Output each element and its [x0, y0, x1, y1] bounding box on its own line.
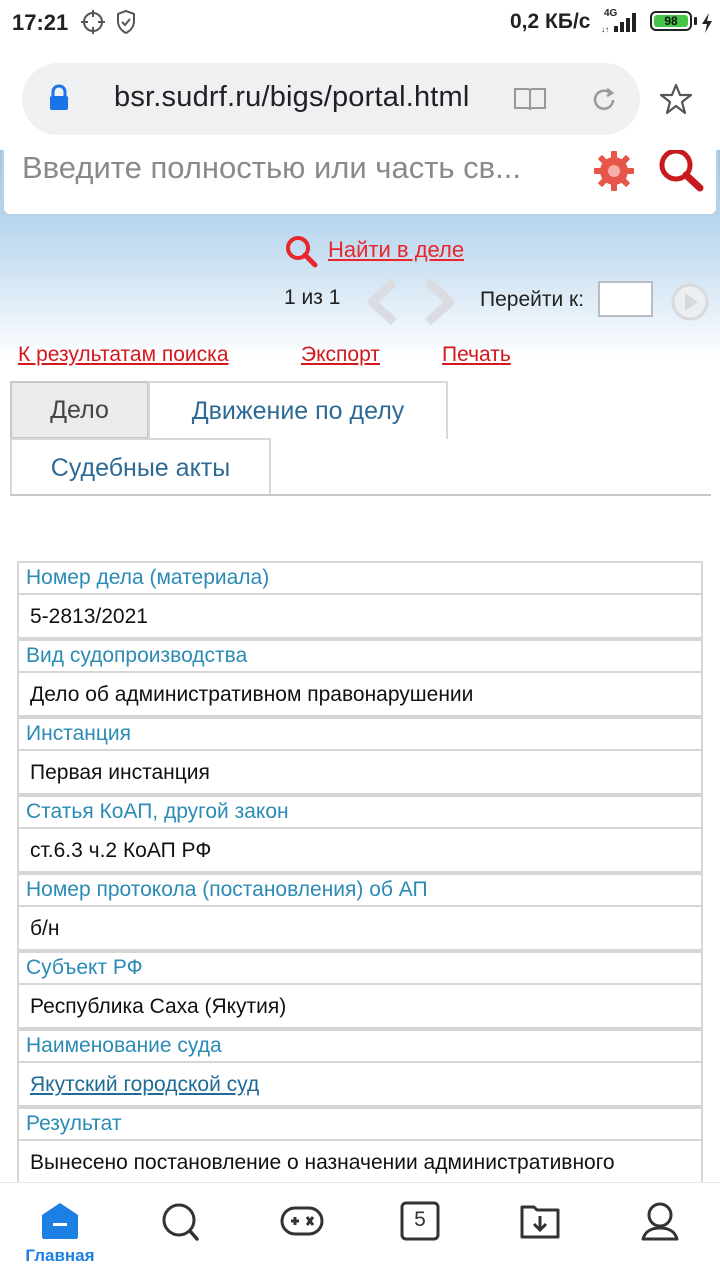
prev-arrow-icon[interactable] [364, 278, 404, 326]
search-nav-icon[interactable] [160, 1201, 200, 1243]
field-value: 5-2813/2021 [19, 593, 701, 639]
page-counter: 1 из 1 [284, 286, 341, 309]
field-label: Статья КоАП, другой закон [19, 795, 701, 827]
field-value: Вынесено постановление о назначении адми… [19, 1139, 701, 1182]
next-arrow-icon[interactable] [420, 278, 460, 326]
nav-games[interactable] [240, 1183, 360, 1280]
battery-tip [694, 17, 697, 25]
goto-page-input[interactable] [598, 281, 653, 317]
tabs-count[interactable]: 5 [400, 1208, 440, 1232]
field-value: б/н [19, 905, 701, 951]
field-value: ст.6.3 ч.2 КоАП РФ [19, 827, 701, 873]
tab-case[interactable]: Дело [10, 381, 149, 439]
back-to-results-link[interactable]: К результатам поиска [18, 343, 229, 367]
signal-icon: ↓↑ [601, 13, 636, 34]
nav-search[interactable] [120, 1183, 240, 1280]
field-value: Дело об административном правонарушении [19, 671, 701, 717]
address-bar[interactable]: bsr.sudrf.ru/bigs/portal.html [22, 63, 640, 135]
gamepad-icon[interactable] [280, 1201, 324, 1241]
nav-tabs[interactable]: 5 [360, 1183, 480, 1280]
field-label: Инстанция [19, 717, 701, 749]
field-label: Субъект РФ [19, 951, 701, 983]
goto-play-icon[interactable] [670, 282, 710, 322]
lock-icon[interactable] [48, 84, 70, 112]
field-label: Номер протокола (постановления) об АП [19, 873, 701, 905]
search-placeholder: Введите полностью или часть св... [22, 150, 521, 185]
field-label: Результат [19, 1107, 701, 1139]
search-icon[interactable] [656, 150, 708, 196]
nav-profile[interactable] [600, 1183, 720, 1280]
download-folder-icon[interactable] [520, 1201, 560, 1241]
field-label: Вид судопроизводства [19, 639, 701, 671]
shield-check-icon [117, 9, 135, 35]
field-label: Наименование суда [19, 1029, 701, 1061]
nav-downloads[interactable] [480, 1183, 600, 1280]
field-label: Номер дела (материала) [19, 561, 701, 593]
home-icon[interactable] [40, 1201, 80, 1241]
court-name-link[interactable]: Якутский городской суд [19, 1061, 701, 1107]
web-page: Введите полностью или часть св... Найти … [0, 150, 720, 1182]
nav-home-label[interactable]: Главная [0, 1246, 120, 1266]
find-in-case-link[interactable]: Найти в деле [328, 237, 464, 263]
field-value: Первая инстанция [19, 749, 701, 795]
settings-gear-icon[interactable] [590, 150, 638, 195]
search-input[interactable]: Введите полностью или часть св... [2, 150, 718, 216]
print-link[interactable]: Печать [442, 343, 511, 367]
battery-icon: 98 [650, 11, 692, 31]
nav-home[interactable]: Главная [0, 1183, 120, 1280]
reload-icon[interactable] [589, 85, 619, 115]
status-bar: 17:21 0,2 КБ/с 4G ↓↑ 98 [0, 0, 720, 46]
tabs-divider [10, 494, 711, 496]
svg-text:↓↑: ↓↑ [601, 25, 609, 34]
charging-bolt-icon [702, 13, 712, 33]
reader-mode-icon[interactable] [513, 85, 547, 113]
crosshair-icon [81, 10, 105, 34]
status-time: 17:21 [12, 10, 69, 35]
action-links: К результатам поиска Экспорт Печать [0, 343, 720, 373]
tab-court-acts[interactable]: Судебные акты [10, 438, 271, 496]
field-value: Республика Саха (Якутия) [19, 983, 701, 1029]
tab-case-movement[interactable]: Движение по делу [148, 381, 448, 439]
export-link[interactable]: Экспорт [301, 343, 380, 367]
battery-level: 98 [654, 15, 688, 27]
url-text[interactable]: bsr.sudrf.ru/bigs/portal.html [114, 81, 470, 114]
goto-label: Перейти к: [480, 288, 585, 311]
network-speed: 0,2 КБ/с [510, 10, 591, 33]
bottom-navigation: Главная 5 [0, 1182, 720, 1280]
find-search-icon[interactable] [284, 234, 320, 270]
bookmark-star-icon[interactable] [658, 82, 694, 116]
case-info-table: Номер дела (материала) 5-2813/2021 Вид с… [17, 561, 703, 1182]
profile-icon[interactable] [640, 1201, 680, 1243]
